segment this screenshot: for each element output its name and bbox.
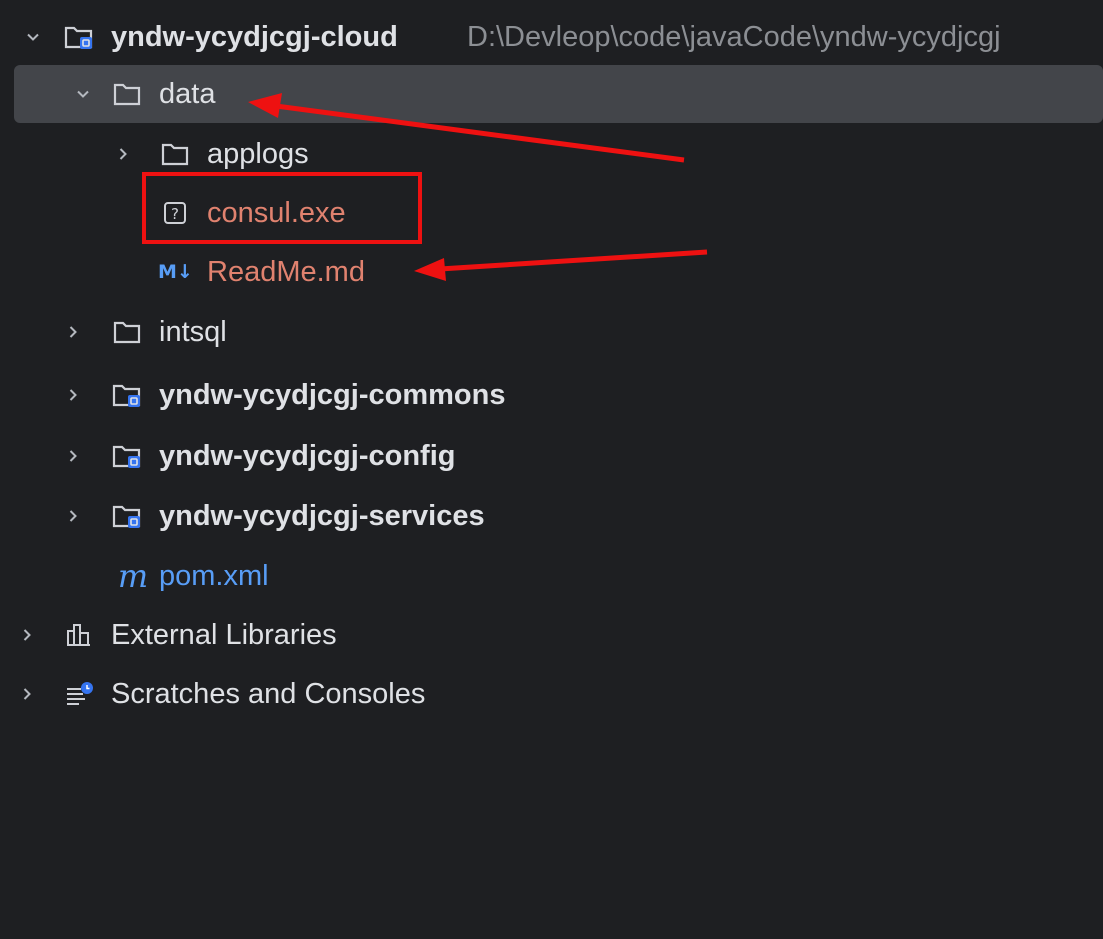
folder-icon: [158, 139, 192, 169]
tree-row-commons[interactable]: yndw-ycydjcgj-commons: [0, 366, 1103, 424]
tree-row-readme[interactable]: M↓ ReadMe.md: [0, 243, 1103, 301]
node-label: Scratches and Consoles: [111, 678, 426, 710]
folder-icon: [110, 79, 144, 109]
file-label: consul.exe: [207, 197, 346, 229]
folder-label: applogs: [207, 138, 309, 170]
tree-row-consul[interactable]: ? consul.exe: [0, 184, 1103, 242]
module-label: yndw-ycydjcgj-services: [159, 500, 485, 532]
tree-row-config[interactable]: yndw-ycydjcgj-config: [0, 427, 1103, 485]
chevron-down-icon[interactable]: [72, 83, 94, 105]
tree-row-data[interactable]: data: [14, 65, 1103, 123]
project-tree: yndw-ycydjcgj-cloud D:\Devleop\code\java…: [0, 0, 1103, 939]
module-folder-icon: [62, 22, 96, 52]
chevron-right-icon[interactable]: [62, 384, 84, 406]
chevron-right-icon[interactable]: [62, 321, 84, 343]
module-folder-icon: [110, 441, 144, 471]
unknown-file-icon: ?: [158, 198, 192, 228]
project-name: yndw-ycydjcgj-cloud: [111, 21, 398, 53]
module-folder-icon: [110, 380, 144, 410]
file-label: ReadMe.md: [207, 256, 365, 288]
chevron-right-icon[interactable]: [62, 505, 84, 527]
module-label: yndw-ycydjcgj-commons: [159, 379, 506, 411]
project-path: D:\Devleop\code\javaCode\yndw-ycydjcgj: [467, 21, 1001, 53]
chevron-right-icon[interactable]: [112, 143, 134, 165]
markdown-icon: M↓: [158, 261, 193, 283]
folder-label: data: [159, 78, 216, 110]
tree-row-intsql[interactable]: intsql: [0, 303, 1103, 361]
module-folder-icon: [110, 501, 144, 531]
chevron-right-icon[interactable]: [16, 624, 38, 646]
tree-row-services[interactable]: yndw-ycydjcgj-services: [0, 487, 1103, 545]
tree-row-pom[interactable]: m pom.xml: [0, 547, 1103, 605]
module-label: yndw-ycydjcgj-config: [159, 440, 456, 472]
tree-row-external-libraries[interactable]: External Libraries: [0, 606, 1103, 664]
tree-row-scratches[interactable]: Scratches and Consoles: [0, 665, 1103, 723]
library-icon: [62, 620, 96, 650]
scratches-icon: [62, 679, 96, 709]
chevron-right-icon[interactable]: [16, 683, 38, 705]
svg-text:?: ?: [171, 205, 179, 223]
tree-row-applogs[interactable]: applogs: [0, 125, 1103, 183]
chevron-down-icon[interactable]: [22, 26, 44, 48]
node-label: External Libraries: [111, 619, 337, 651]
maven-icon: m: [117, 557, 149, 595]
chevron-right-icon[interactable]: [62, 445, 84, 467]
file-label: pom.xml: [159, 560, 269, 592]
folder-label: intsql: [159, 316, 227, 348]
tree-row-project-root[interactable]: yndw-ycydjcgj-cloud D:\Devleop\code\java…: [0, 8, 1103, 66]
folder-icon: [110, 317, 144, 347]
